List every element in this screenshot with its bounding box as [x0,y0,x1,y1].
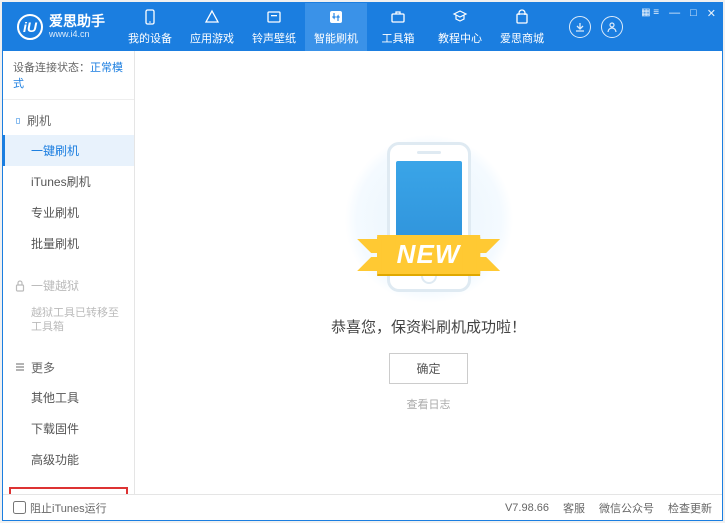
options-box: 自动激活 跳过向导 [9,487,128,494]
success-illustration: NEW [329,134,529,304]
app-window: iU 爱思助手 www.i4.cn 我的设备 应用游戏 铃声壁纸 智能刷机 工具… [2,2,723,521]
app-title: 爱思助手 [49,14,105,29]
nav-tutorial[interactable]: 教程中心 [429,3,491,51]
user-button[interactable] [601,16,623,38]
wechat-link[interactable]: 微信公众号 [599,500,654,516]
download-button[interactable] [569,16,591,38]
sidebar-hdr-flash[interactable]: 刷机 [3,106,134,135]
main-panel: NEW 恭喜您，保资料刷机成功啦！ 确定 查看日志 [135,51,722,494]
success-message: 恭喜您，保资料刷机成功啦！ [331,316,526,337]
wallpaper-icon [265,8,283,26]
device-icon [141,8,159,26]
nav-store[interactable]: 爱思商城 [491,3,553,51]
sidebar-hdr-jailbreak: 一键越狱 [3,271,134,300]
nav-toolbox[interactable]: 工具箱 [367,3,429,51]
view-log-link[interactable]: 查看日志 [407,396,451,412]
close-button[interactable]: ✕ [707,7,716,20]
minimize-button[interactable]: — [669,7,680,19]
block-itunes-checkbox[interactable]: 阻止iTunes运行 [13,500,107,516]
version-label: V7.98.66 [505,502,549,514]
toolbox-icon [389,8,407,26]
update-link[interactable]: 检查更新 [668,500,712,516]
tutorial-icon [451,8,469,26]
sidebar-item-oneclick[interactable]: 一键刷机 [3,135,134,166]
sidebar-item-other[interactable]: 其他工具 [3,382,134,413]
nav-my-device[interactable]: 我的设备 [119,3,181,51]
phone-icon [15,118,21,124]
brand: iU 爱思助手 www.i4.cn [3,3,119,51]
sidebar: 设备连接状态：正常模式 刷机 一键刷机 iTunes刷机 专业刷机 批量刷机 一… [3,51,135,494]
flash-icon [327,8,345,26]
new-ribbon: NEW [377,235,481,274]
nav-ringtone[interactable]: 铃声壁纸 [243,3,305,51]
menu-icon [15,362,25,372]
window-controls: ▦ ≡ — □ ✕ [635,3,722,51]
ok-button[interactable]: 确定 [389,353,467,384]
sidebar-hdr-more[interactable]: 更多 [3,353,134,382]
sidebar-item-itunes[interactable]: iTunes刷机 [3,166,134,197]
connection-status: 设备连接状态：正常模式 [3,51,134,100]
main-nav: 我的设备 应用游戏 铃声壁纸 智能刷机 工具箱 教程中心 爱思商城 [119,3,557,51]
store-icon [513,8,531,26]
sidebar-item-pro[interactable]: 专业刷机 [3,197,134,228]
apps-icon [203,8,221,26]
sidebar-item-advanced[interactable]: 高级功能 [3,444,134,475]
lock-icon [15,280,25,292]
sidebar-item-firmware[interactable]: 下载固件 [3,413,134,444]
logo-icon: iU [17,14,43,40]
jailbreak-note: 越狱工具已转移至工具箱 [3,300,134,341]
nav-apps[interactable]: 应用游戏 [181,3,243,51]
support-link[interactable]: 客服 [563,500,585,516]
sidebar-item-batch[interactable]: 批量刷机 [3,228,134,259]
titlebar: iU 爱思助手 www.i4.cn 我的设备 应用游戏 铃声壁纸 智能刷机 工具… [3,3,722,51]
maximize-button[interactable]: □ [690,7,697,19]
nav-flash[interactable]: 智能刷机 [305,3,367,51]
statusbar: 阻止iTunes运行 V7.98.66 客服 微信公众号 检查更新 [3,494,722,520]
app-url: www.i4.cn [49,30,105,40]
menu-button[interactable]: ▦ ≡ [641,7,659,18]
